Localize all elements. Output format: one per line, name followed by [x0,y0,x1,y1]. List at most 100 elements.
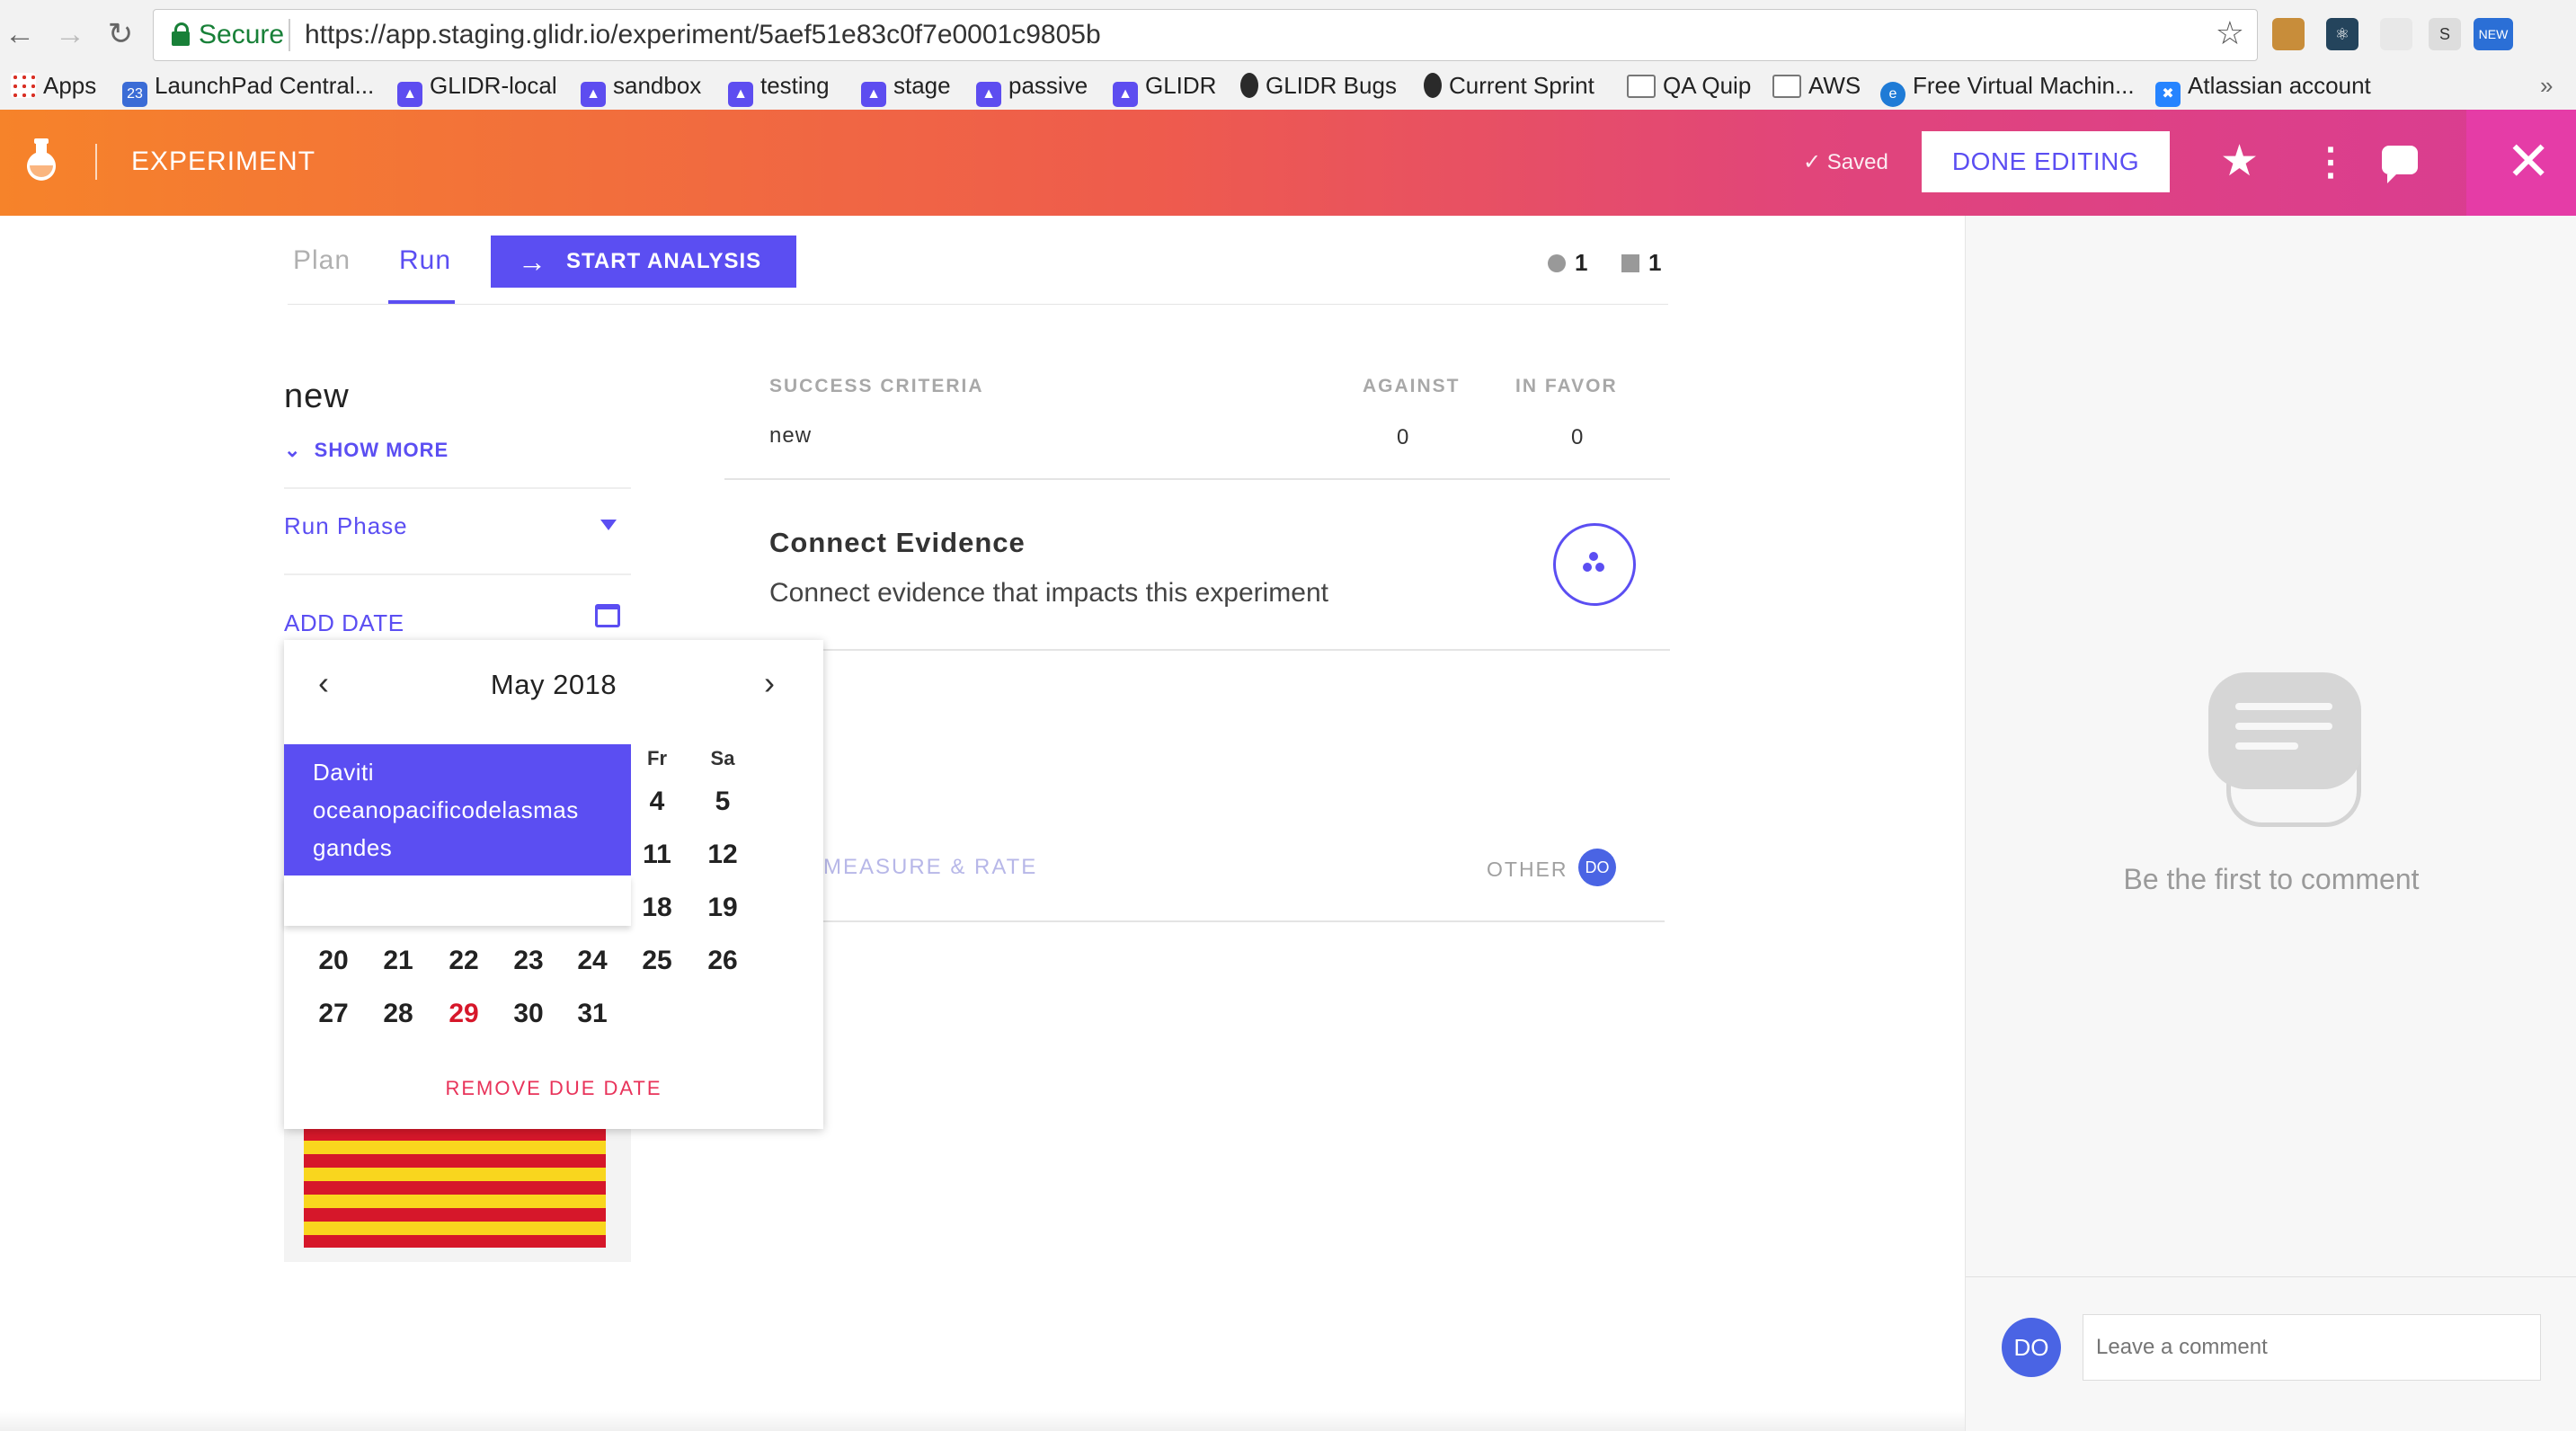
calendar-day[interactable]: 19 [696,890,750,926]
calendar-day[interactable]: 27 [306,996,360,1032]
calendar-day[interactable]: 12 [696,837,750,873]
page-title: EXPERIMENT [131,147,316,176]
calendar-day[interactable]: 30 [502,996,555,1032]
chevron-down-icon: ⌄ [284,439,315,461]
calendar-day[interactable]: 26 [696,943,750,979]
cube-icon [1621,254,1639,272]
calendar-day[interactable]: 31 [565,996,619,1032]
weekday-header: Fr [647,747,667,769]
calendar-day[interactable]: 5 [696,784,750,820]
app-header: EXPERIMENT ✓ Saved DONE EDITING ★ ⋮ ✕ [0,110,2576,216]
comments-icon[interactable] [2382,146,2418,183]
address-bar[interactable]: Secure https://app.staging.glidr.io/expe… [153,9,2258,61]
show-more-link[interactable]: ⌄ SHOW MORE [284,437,449,464]
glidr-icon: ▲ [397,82,422,107]
browser-chrome: ← → ↻ Secure https://app.staging.glidr.i… [0,0,2576,111]
calendar-day[interactable]: 11 [630,837,684,873]
bookmark-sandbox[interactable]: ▲ sandbox [581,70,701,107]
bookmarks-bar: Apps 23 LaunchPad Central... ▲ GLIDR-local… [0,65,2576,108]
start-analysis-button[interactable]: → START ANALYSIS [491,236,796,288]
calendar-day[interactable]: 4 [630,784,684,820]
connect-dots-icon [1595,563,1604,572]
comment-divider [1966,1276,2576,1277]
extension-circle-icon[interactable] [2380,18,2412,50]
remove-due-date-button[interactable]: REMOVE DUE DATE [284,1075,823,1102]
attachment-image[interactable] [284,1122,631,1262]
bookmark-star-icon[interactable]: ☆ [2216,15,2244,51]
avatar[interactable]: DO [1578,849,1616,886]
bookmark-glidr-bugs[interactable]: GLIDR Bugs [1240,70,1397,101]
url-text[interactable]: https://app.staging.glidr.io/experiment/… [305,19,1101,51]
calendar-day[interactable]: 20 [306,943,360,979]
connect-evidence-description: Connect evidence that impacts this exper… [769,578,1328,608]
left-divider [284,573,631,575]
bookmarks-overflow-icon[interactable]: » [2540,70,2553,101]
more-options-icon[interactable]: ⋮ [2312,137,2349,187]
caret-down-icon[interactable] [600,520,617,530]
month-label: May 2018 [490,669,617,700]
calendar-icon: 23 [122,82,147,107]
folder-icon [1772,75,1801,98]
criteria-favor-count: 0 [1571,425,1584,449]
tab-plan[interactable]: Plan [293,243,351,279]
empty-comments-text: Be the first to comment [2123,863,2420,895]
close-icon[interactable]: ✕ [2506,135,2551,189]
connect-evidence-button[interactable] [1553,523,1636,606]
reload-icon[interactable]: ↻ [101,14,140,54]
calendar-day[interactable]: 18 [630,890,684,926]
glidr-icon: ▲ [728,82,753,107]
add-date-link[interactable]: ADD DATE [284,608,404,638]
criteria-against-count: 0 [1397,425,1409,449]
star-icon[interactable]: ★ [2220,137,2259,187]
calendar-day[interactable]: 22 [437,943,491,979]
address-separator [289,19,290,51]
glidr-icon: ▲ [1113,82,1138,107]
criteria-name[interactable]: new [769,422,812,449]
bookmark-launchpad[interactable]: 23 LaunchPad Central... [122,70,374,107]
calendar-day[interactable]: 24 [565,943,619,979]
start-analysis-label: START ANALYSIS [566,249,762,273]
connect-evidence-title: Connect Evidence [769,527,1026,558]
extension-new-icon[interactable]: NEW [2474,18,2513,50]
calendar-day[interactable]: 29 [437,996,491,1032]
calendar-day[interactable]: 28 [371,996,425,1032]
bookmark-glidr[interactable]: ▲ GLIDR [1113,70,1216,107]
measure-rate-label[interactable]: MEASURE & RATE [823,854,1037,881]
calendar-day[interactable]: 23 [502,943,555,979]
assumption-icon [1548,254,1566,272]
comment-input[interactable] [2083,1314,2541,1381]
success-criteria-header: SUCCESS CRITERIA [769,376,984,396]
forward-icon[interactable]: → [50,14,90,54]
tab-run[interactable]: Run [399,243,451,279]
done-editing-button[interactable]: DONE EDITING [1922,131,2170,192]
calendar-icon[interactable] [595,604,620,627]
avatar: DO [2002,1318,2061,1377]
comments-panel: Be the first to comment DO [1965,216,2576,1431]
bookmark-apps[interactable]: Apps [11,70,96,101]
other-label: OTHER [1487,858,1568,881]
left-divider [284,487,631,489]
bookmark-testing[interactable]: ▲ testing [728,70,830,107]
bookmark-stage[interactable]: ▲ stage [861,70,951,107]
glidr-icon: ▲ [581,82,606,107]
extension-react-icon[interactable]: ⚛ [2326,18,2358,50]
bookmark-atlassian[interactable]: ✖ Atlassian account [2155,70,2371,107]
experiment-name[interactable]: new [284,376,350,417]
next-month-icon[interactable]: › [764,663,775,703]
extension-ruler-icon[interactable] [2272,18,2305,50]
extension-s-icon[interactable]: S [2429,18,2461,50]
bookmark-free-vm[interactable]: e Free Virtual Machin... [1880,70,2135,107]
back-icon[interactable]: ← [0,14,40,54]
run-phase-select[interactable]: Run Phase [284,511,408,541]
glidr-icon: ▲ [976,82,1001,107]
section-divider [814,920,1665,922]
calendar-day[interactable]: 25 [630,943,684,979]
connect-dots-icon [1583,563,1592,572]
bookmark-aws[interactable]: AWS [1772,70,1861,101]
bookmark-passive[interactable]: ▲ passive [976,70,1088,107]
date-picker: ‹ May 2018 › Fr Sa 4 5 11 12 18 19 20 21 22 23 24 2… [284,640,823,1129]
bookmark-glidr-local[interactable]: ▲ GLIDR-local [397,70,557,107]
calendar-day[interactable]: 21 [371,943,425,979]
bookmark-qa-quip[interactable]: QA Quip [1627,70,1751,101]
bookmark-current-sprint[interactable]: Current Sprint [1424,70,1594,101]
